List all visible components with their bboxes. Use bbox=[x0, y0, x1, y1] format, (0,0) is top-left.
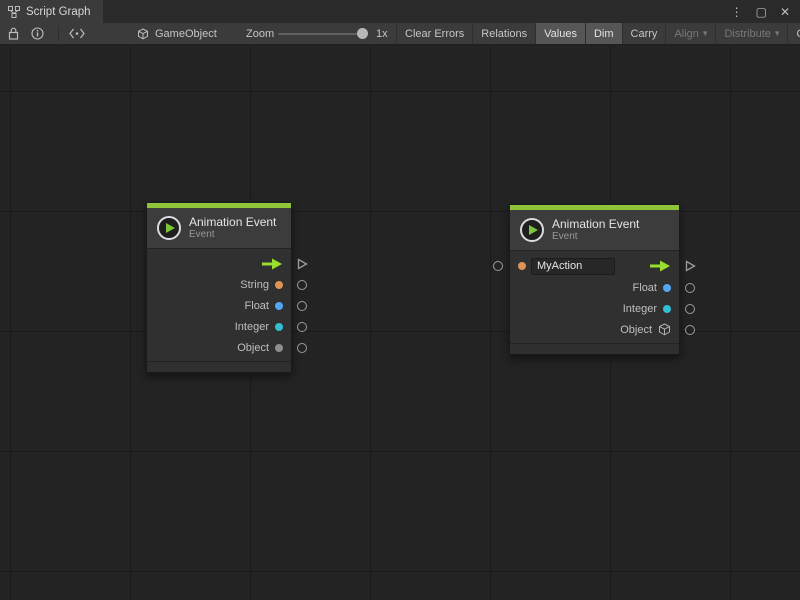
clear-errors-button[interactable]: Clear Errors bbox=[396, 23, 472, 44]
output-row-float: Float bbox=[510, 277, 679, 298]
event-play-icon bbox=[520, 218, 544, 242]
string-type-dot bbox=[275, 281, 283, 289]
node-animation-event-2[interactable]: Animation Event Event bbox=[509, 204, 680, 355]
integer-output-port[interactable] bbox=[297, 322, 307, 332]
relations-button[interactable]: Relations bbox=[472, 23, 535, 44]
integer-output-port[interactable] bbox=[685, 304, 695, 314]
zoom-slider[interactable] bbox=[278, 33, 368, 35]
float-type-dot bbox=[663, 284, 671, 292]
node-title: Animation Event bbox=[552, 217, 639, 231]
info-icon[interactable] bbox=[28, 23, 46, 44]
output-row-string: String bbox=[147, 274, 291, 295]
event-play-icon bbox=[157, 216, 181, 240]
gameobject-label[interactable]: GameObject bbox=[155, 28, 217, 40]
action-name-input[interactable] bbox=[531, 258, 615, 275]
output-row-integer: Integer bbox=[147, 316, 291, 337]
output-label: Integer bbox=[235, 321, 269, 333]
distribute-button[interactable]: Distribute▾ bbox=[715, 23, 787, 44]
node-body: Float Integer Object bbox=[510, 251, 679, 343]
integer-type-dot bbox=[663, 305, 671, 313]
node-footer bbox=[147, 361, 291, 372]
object-type-dot bbox=[275, 344, 283, 352]
output-row-object: Object bbox=[147, 337, 291, 358]
name-input-row bbox=[510, 255, 679, 277]
zoom-slider-handle[interactable] bbox=[357, 28, 368, 39]
output-row-float: Float bbox=[147, 295, 291, 316]
graph-icon bbox=[8, 6, 20, 18]
output-label: String bbox=[240, 279, 269, 291]
tab-bar: Script Graph ⋮ ▢ ✕ bbox=[0, 0, 800, 23]
output-label: Float bbox=[633, 282, 657, 294]
object-output-port[interactable] bbox=[297, 343, 307, 353]
script-graph-window: Script Graph ⋮ ▢ ✕ bbox=[0, 0, 800, 600]
float-output-port[interactable] bbox=[297, 301, 307, 311]
carry-button[interactable]: Carry bbox=[622, 23, 666, 44]
dim-button[interactable]: Dim bbox=[585, 23, 622, 44]
flow-output-row bbox=[147, 253, 291, 274]
output-row-integer: Integer bbox=[510, 298, 679, 319]
flow-arrow-icon bbox=[261, 258, 283, 270]
float-output-port[interactable] bbox=[685, 283, 695, 293]
align-button[interactable]: Align▾ bbox=[665, 23, 715, 44]
float-type-dot bbox=[275, 302, 283, 310]
code-icon[interactable] bbox=[68, 23, 86, 44]
output-label: Integer bbox=[623, 303, 657, 315]
zoom-value: 1x bbox=[376, 28, 388, 40]
menu-icon[interactable]: ⋮ bbox=[731, 6, 743, 18]
name-input-port[interactable] bbox=[493, 261, 503, 271]
values-button[interactable]: Values bbox=[535, 23, 585, 44]
lock-icon[interactable] bbox=[4, 23, 22, 44]
node-subtitle: Event bbox=[189, 229, 276, 241]
flow-output-port[interactable] bbox=[297, 258, 308, 270]
cube-icon bbox=[658, 323, 671, 336]
node-subtitle: Event bbox=[552, 231, 639, 243]
output-label: Object bbox=[237, 342, 269, 354]
toolbar-separator bbox=[58, 26, 59, 41]
node-body: String Float Integer Object bbox=[147, 249, 291, 361]
output-label: Object bbox=[620, 324, 652, 336]
chevron-down-icon: ▾ bbox=[775, 29, 780, 39]
maximize-icon[interactable]: ▢ bbox=[756, 6, 767, 18]
integer-type-dot bbox=[275, 323, 283, 331]
string-output-port[interactable] bbox=[297, 280, 307, 290]
flow-arrow-icon bbox=[649, 260, 671, 272]
node-title: Animation Event bbox=[189, 215, 276, 229]
flow-output-port[interactable] bbox=[685, 260, 696, 272]
tab-script-graph[interactable]: Script Graph bbox=[0, 0, 103, 23]
zoom-label: Zoom bbox=[246, 28, 274, 40]
gameobject-icon bbox=[136, 23, 150, 44]
toolbar-buttons: Clear Errors Relations Values Dim Carry … bbox=[396, 23, 800, 44]
node-header[interactable]: Animation Event Event bbox=[510, 210, 679, 251]
close-icon[interactable]: ✕ bbox=[780, 6, 790, 18]
graph-canvas[interactable]: Animation Event Event String bbox=[0, 45, 800, 600]
node-footer bbox=[510, 343, 679, 354]
window-controls: ⋮ ▢ ✕ bbox=[731, 0, 800, 23]
node-animation-event-1[interactable]: Animation Event Event String bbox=[146, 202, 292, 373]
output-row-object: Object bbox=[510, 319, 679, 340]
string-type-dot bbox=[518, 262, 526, 270]
tab-title: Script Graph bbox=[26, 6, 91, 18]
chevron-down-icon: ▾ bbox=[703, 29, 708, 39]
node-header[interactable]: Animation Event Event bbox=[147, 208, 291, 249]
object-output-port[interactable] bbox=[685, 325, 695, 335]
output-label: Float bbox=[245, 300, 269, 312]
graph-toolbar: GameObject Zoom 1x Clear Errors Relation… bbox=[0, 23, 800, 45]
overview-button[interactable]: Overv bbox=[787, 23, 800, 44]
